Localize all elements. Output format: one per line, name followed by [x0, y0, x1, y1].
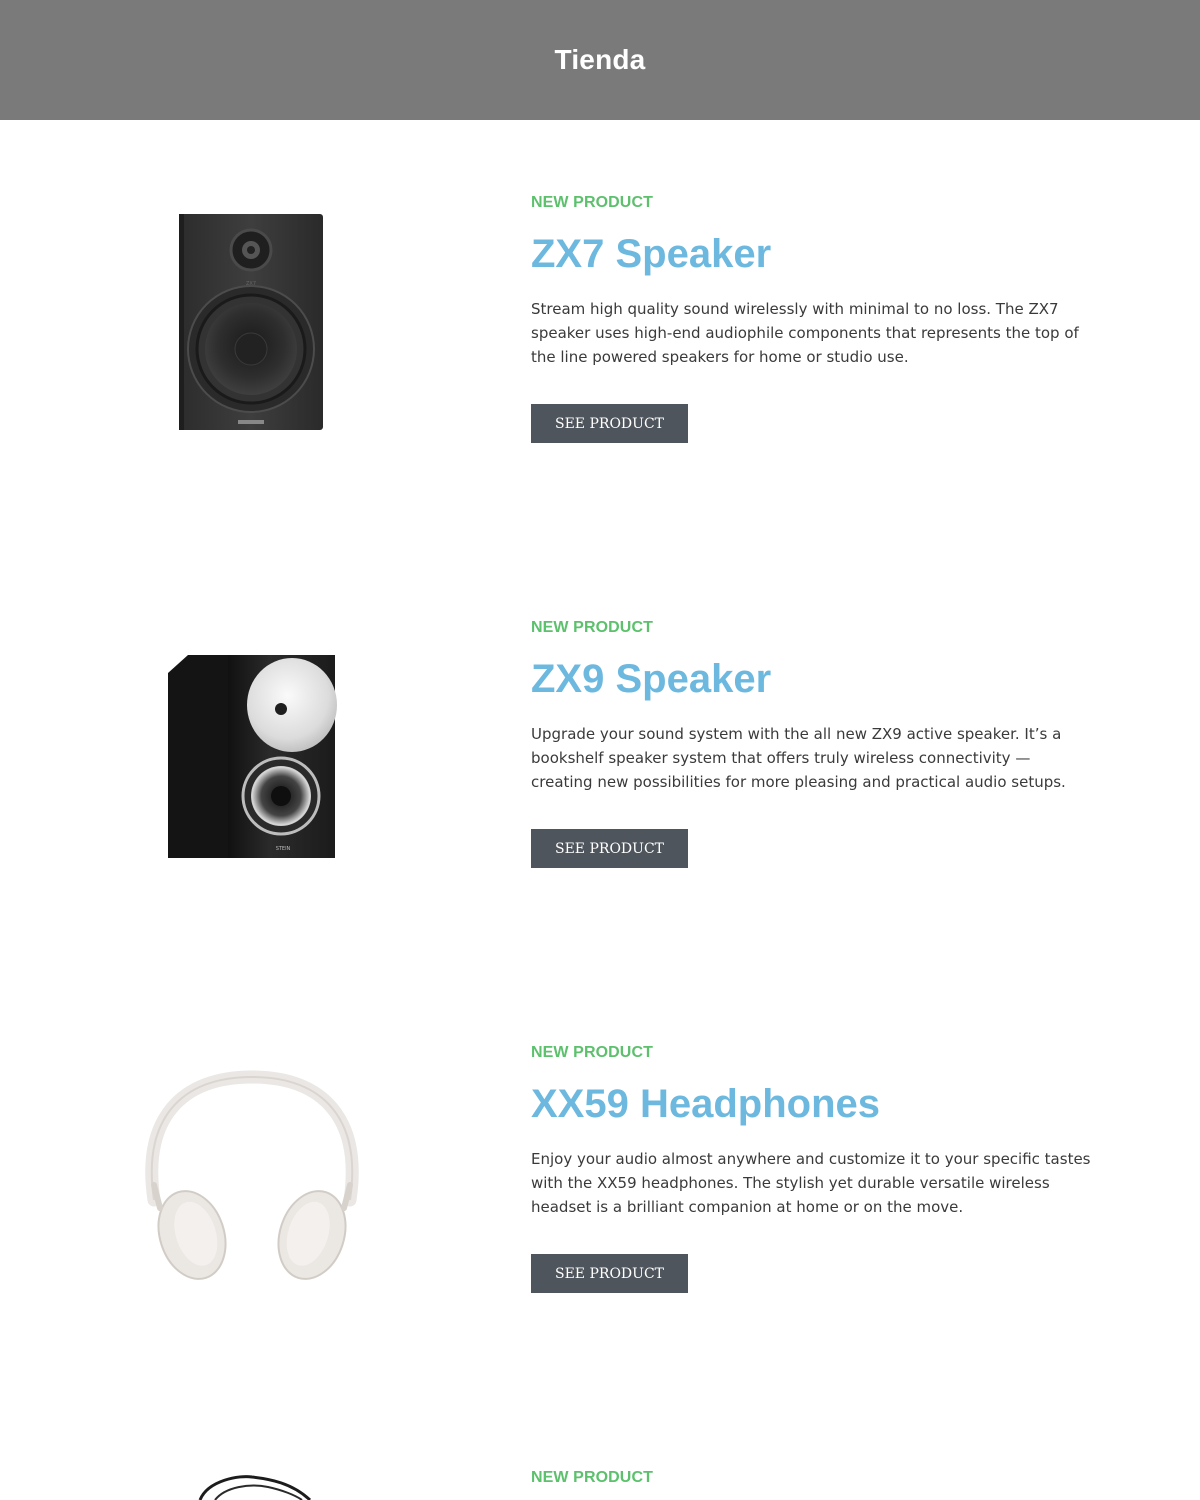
new-product-tag: NEW PRODUCT [531, 619, 653, 636]
product-title: ZX7 Speaker [531, 232, 772, 276]
see-product-button[interactable]: SEE PRODUCT [531, 829, 688, 868]
new-product-tag: NEW PRODUCT [531, 1044, 653, 1061]
product-description: Upgrade your sound system with the all n… [531, 725, 1066, 791]
product-title: XX59 Headphones [531, 1082, 881, 1126]
headphones-icon [120, 970, 380, 1290]
product-card: ZX7 NEW PRODUCT ZX7 Speaker Stream high … [0, 120, 1200, 545]
product-card: NEW PRODUCT [0, 1395, 1200, 1500]
see-product-button[interactable]: SEE PRODUCT [531, 1254, 688, 1293]
new-product-tag: NEW PRODUCT [531, 1469, 653, 1486]
page-header: Tienda [0, 0, 1200, 120]
product-card: NEW PRODUCT XX59 Headphones Enjoy your a… [0, 970, 1200, 1395]
store-title: Tienda [554, 44, 646, 75]
new-product-tag: NEW PRODUCT [531, 194, 653, 211]
see-product-button[interactable]: SEE PRODUCT [531, 404, 688, 443]
horn-speaker-icon: STEIN [120, 545, 380, 865]
earphones-icon [120, 1395, 380, 1500]
speaker-icon: ZX7 [120, 120, 380, 440]
product-card: STEIN NEW PRODUCT ZX9 Speaker Upgrade yo… [0, 545, 1200, 970]
svg-text:STEIN: STEIN [276, 846, 291, 852]
product-description: Stream high quality sound wirelessly wit… [531, 300, 1079, 366]
product-description: Enjoy your audio almost anywhere and cus… [531, 1150, 1091, 1216]
product-title: ZX9 Speaker [531, 657, 772, 701]
